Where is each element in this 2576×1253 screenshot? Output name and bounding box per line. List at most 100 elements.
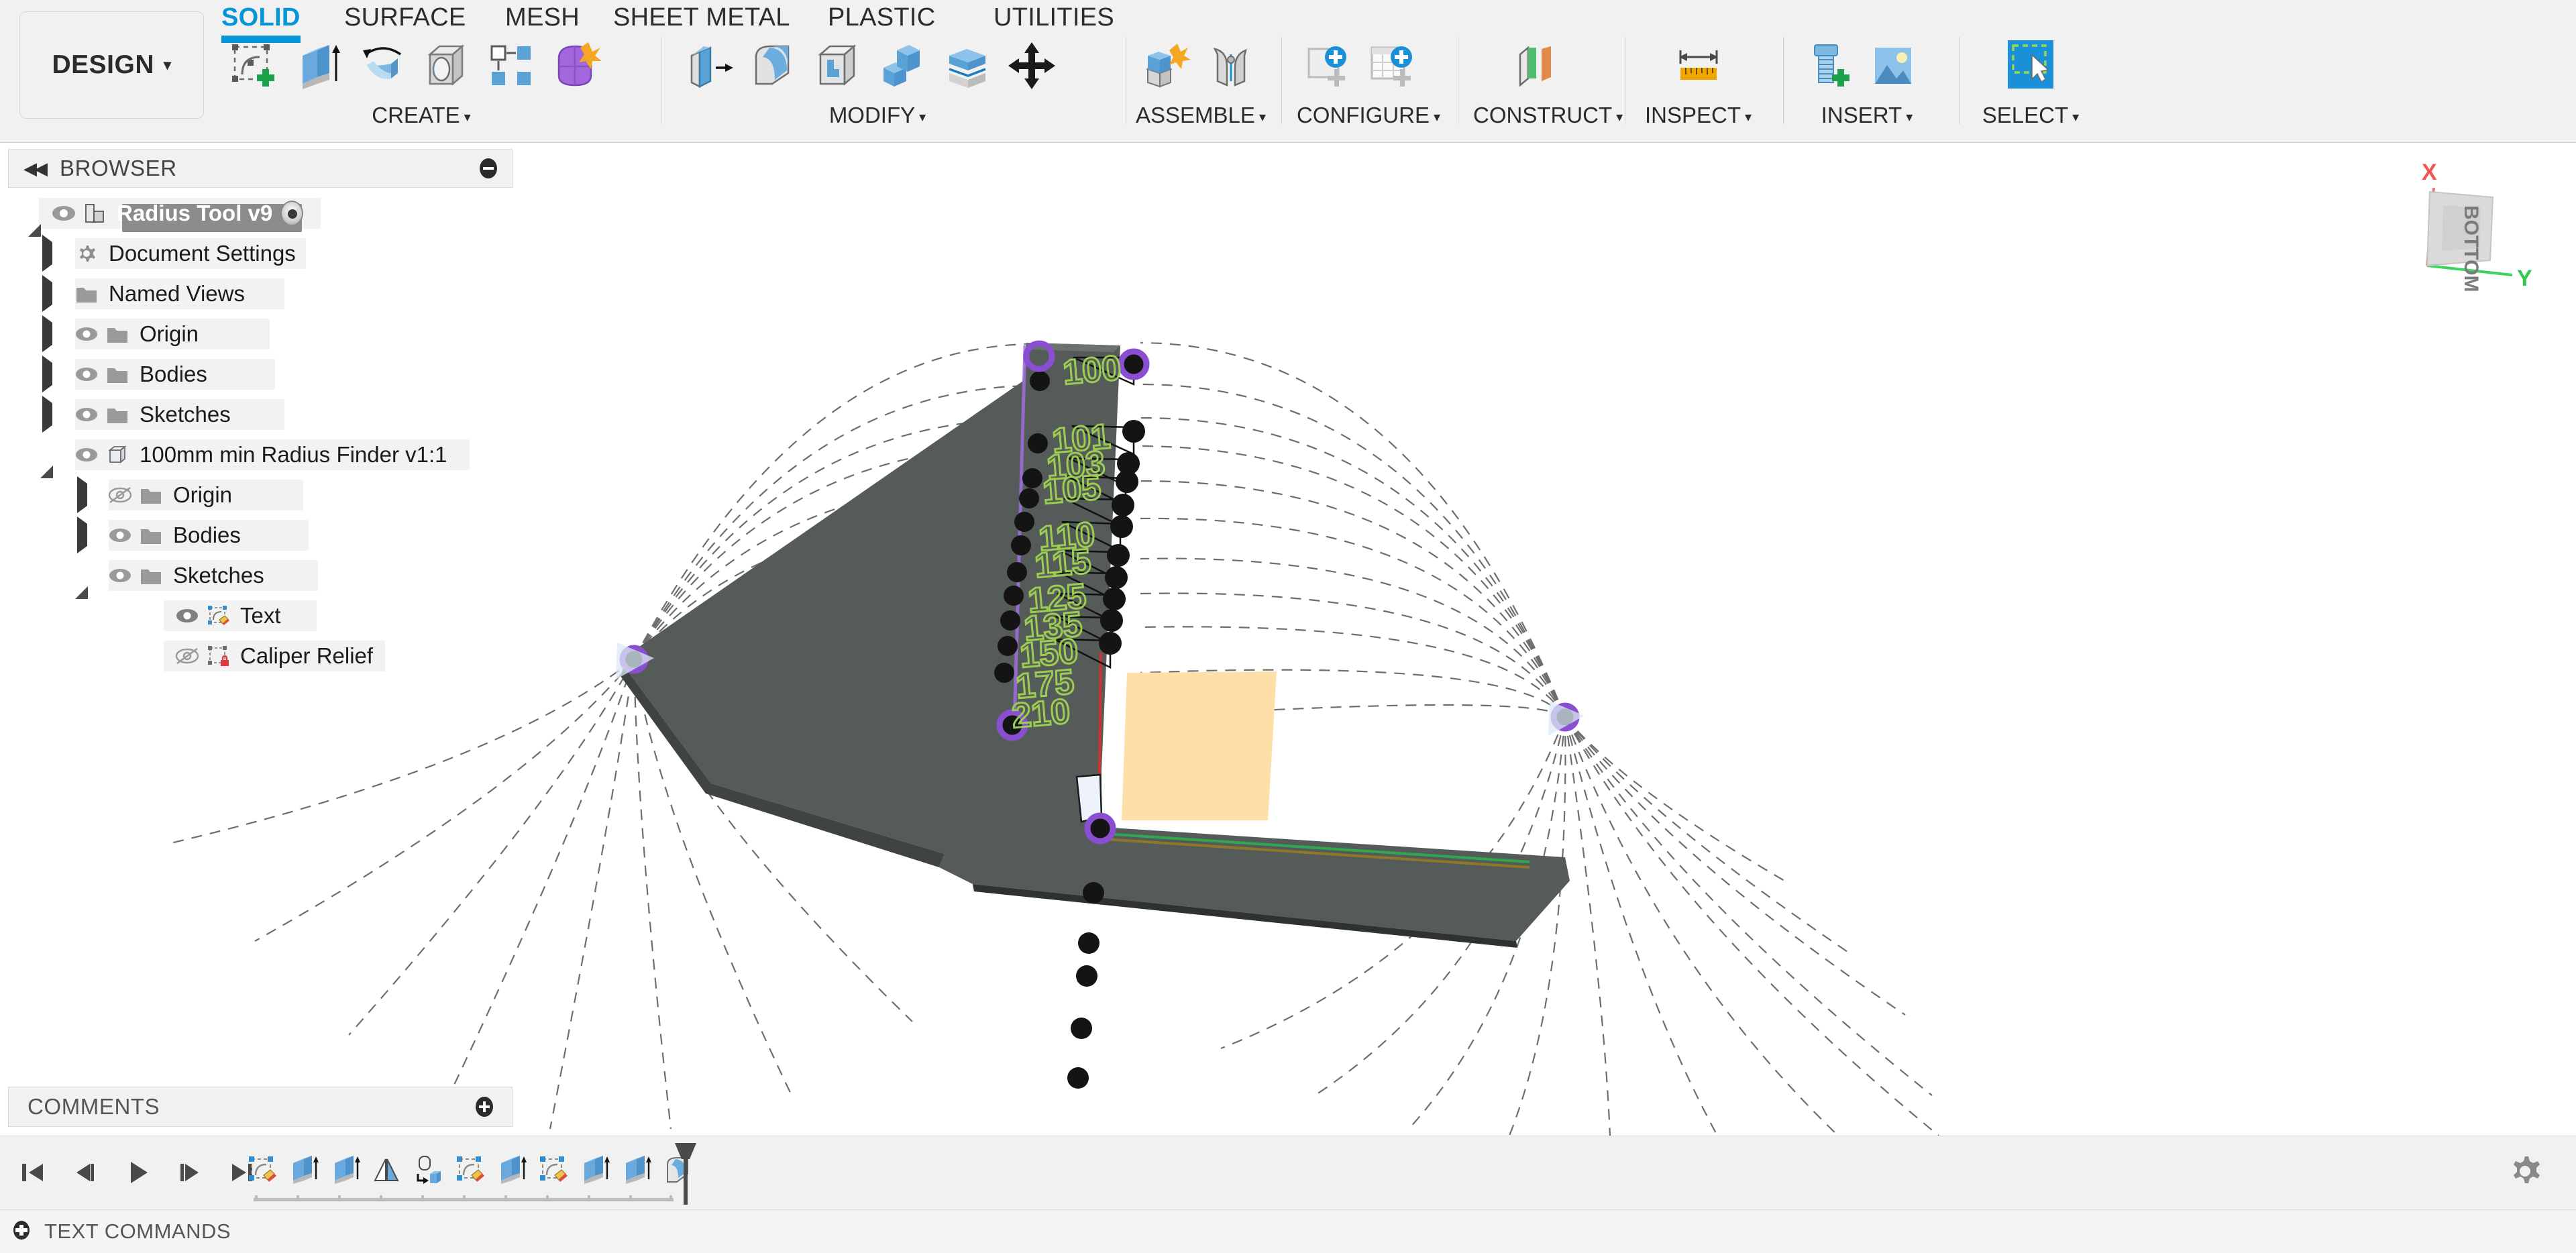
timeline-feature-extrude[interactable] [325, 1146, 366, 1194]
timeline-feature-extrude[interactable] [283, 1146, 325, 1194]
gear-icon[interactable] [2506, 1152, 2544, 1193]
tree-item-document-settings[interactable]: Document Settings [8, 233, 513, 274]
tree-item-origin[interactable]: Origin [8, 314, 513, 354]
tree-item-origin-sub[interactable]: Origin [8, 475, 513, 515]
timeline-feature-sketch[interactable] [241, 1146, 283, 1194]
step-forward-icon[interactable] [169, 1148, 211, 1197]
visibility-eye-icon[interactable] [71, 399, 102, 430]
browser-tree: Radius Tool v9 Document Settings Named V… [8, 188, 513, 676]
visibility-eye-icon[interactable] [71, 359, 102, 390]
ribbon-group-select-label[interactable]: SELECT ▾ [1974, 103, 2088, 128]
twisty-open-icon[interactable] [20, 202, 48, 237]
insert-mcmaster-icon[interactable] [1796, 32, 1861, 99]
step-back-icon[interactable] [64, 1148, 106, 1197]
split-face-icon[interactable] [935, 32, 1000, 99]
top-ribbon: DESIGN ▾ SOLID SURFACE MESH SHEET METAL … [0, 0, 2576, 143]
twisty-closed-icon[interactable] [67, 516, 95, 553]
combine-icon[interactable] [871, 32, 935, 99]
tree-item-named-views[interactable]: Named Views [8, 274, 513, 314]
visibility-eye-icon[interactable] [105, 520, 136, 551]
pattern-icon[interactable] [479, 32, 543, 99]
ribbon-group-configure-label[interactable]: CONFIGURE ▾ [1295, 103, 1442, 128]
timeline-feature-sketch[interactable] [449, 1146, 491, 1194]
create-sketch-icon[interactable] [221, 32, 286, 99]
ribbon-group-modify-label[interactable]: MODIFY ▾ [678, 103, 1077, 128]
configuration-table-icon[interactable] [1359, 32, 1424, 99]
visibility-eye-icon[interactable] [105, 560, 136, 591]
chevron-down-icon: ▾ [163, 56, 172, 73]
add-comment-icon[interactable] [476, 1097, 493, 1117]
tree-item-sketches-sub[interactable]: Sketches [8, 555, 513, 599]
tree-item-label: Radius Tool v9 [117, 201, 273, 225]
timeline-feature-extrude[interactable] [616, 1146, 657, 1194]
fusion360-window: DESIGN ▾ SOLID SURFACE MESH SHEET METAL … [0, 0, 2576, 1253]
ribbon-group-create-label[interactable]: CREATE ▾ [221, 103, 621, 128]
expand-icon[interactable] [12, 1219, 31, 1244]
timeline-marker[interactable] [671, 1142, 700, 1206]
ribbon-group-insert-label[interactable]: INSERT ▾ [1796, 103, 1937, 128]
select-window-icon[interactable] [1998, 32, 2063, 99]
comments-panel[interactable]: COMMENTS [8, 1087, 513, 1127]
tab-plastic[interactable]: PLASTIC [828, 3, 935, 32]
move-copy-icon[interactable] [1000, 32, 1064, 99]
extrude-icon[interactable] [286, 32, 350, 99]
visibility-eye-icon[interactable] [172, 600, 203, 631]
ribbon-group-inspect-label[interactable]: INSPECT ▾ [1640, 103, 1757, 128]
twisty-closed-icon[interactable] [32, 315, 60, 352]
hole-icon[interactable] [415, 32, 479, 99]
twisty-closed-icon[interactable] [32, 275, 60, 312]
twisty-closed-icon[interactable] [32, 356, 60, 392]
view-cube[interactable]: X Y BOTTOM [2395, 153, 2549, 301]
timeline-feature-extrude[interactable] [491, 1146, 533, 1194]
insert-canvas-icon[interactable] [1861, 32, 1925, 99]
press-pull-icon[interactable] [678, 32, 742, 99]
visibility-eye-icon[interactable] [48, 198, 79, 229]
tree-item-radius-tool-v9[interactable]: Radius Tool v9 [8, 193, 513, 237]
joint-icon[interactable] [1198, 32, 1263, 99]
tab-surface[interactable]: SURFACE [344, 3, 466, 32]
timeline-feature-extrude[interactable] [574, 1146, 616, 1194]
twisty-closed-icon[interactable] [67, 476, 95, 513]
measure-icon[interactable] [1666, 32, 1731, 99]
offset-plane-icon[interactable] [1505, 32, 1569, 99]
twisty-open-icon[interactable] [32, 443, 60, 478]
revolve-icon[interactable] [350, 32, 415, 99]
play-icon[interactable] [117, 1148, 158, 1197]
twisty-closed-icon[interactable] [32, 235, 60, 272]
tab-solid[interactable]: SOLID [221, 3, 301, 43]
tree-item-label: Document Settings [109, 241, 296, 266]
shell-icon[interactable] [806, 32, 871, 99]
form-icon[interactable] [543, 32, 608, 99]
twisty-closed-icon[interactable] [32, 396, 60, 433]
visibility-hidden-icon[interactable] [172, 641, 203, 671]
minimize-icon[interactable] [480, 158, 497, 178]
visibility-eye-icon[interactable] [71, 439, 102, 470]
create-configuration-icon[interactable] [1295, 32, 1359, 99]
ribbon-group-assemble-label[interactable]: ASSEMBLE ▾ [1134, 103, 1268, 128]
tree-item-sketch-text[interactable]: Text [8, 596, 513, 636]
folder-icon [136, 520, 166, 551]
go-to-beginning-icon[interactable] [12, 1148, 54, 1197]
twisty-open-icon[interactable] [67, 564, 95, 599]
tree-item-label: 100mm min Radius Finder v1:1 [140, 442, 447, 467]
design-workspace-button[interactable]: DESIGN ▾ [19, 11, 204, 119]
collapse-left-icon[interactable]: ◀◀ [23, 158, 48, 179]
tree-item-bodies-sub[interactable]: Bodies [8, 515, 513, 555]
fillet-icon[interactable] [742, 32, 806, 99]
ribbon-group-construct-label[interactable]: CONSTRUCT ▾ [1473, 103, 1623, 128]
folder-icon [136, 480, 166, 510]
timeline-feature-draft[interactable] [366, 1146, 408, 1194]
timeline-feature-move-copy[interactable] [408, 1146, 449, 1194]
tab-mesh[interactable]: MESH [505, 3, 580, 32]
tab-utilities[interactable]: UTILITIES [994, 3, 1114, 32]
visibility-hidden-icon[interactable] [105, 480, 136, 510]
timeline-feature-sketch[interactable] [533, 1146, 574, 1194]
new-component-icon[interactable] [1134, 32, 1198, 99]
tree-item-radius-finder-component[interactable]: 100mm min Radius Finder v1:1 [8, 435, 513, 478]
tree-item-sketch-caliper-relief[interactable]: Caliper Relief [8, 636, 513, 676]
visibility-eye-icon[interactable] [71, 319, 102, 349]
tab-utilities-label: UTILITIES [994, 3, 1115, 32]
tree-item-sketches[interactable]: Sketches [8, 394, 513, 435]
tree-item-bodies[interactable]: Bodies [8, 354, 513, 394]
tab-sheet-metal[interactable]: SHEET METAL [613, 3, 790, 32]
